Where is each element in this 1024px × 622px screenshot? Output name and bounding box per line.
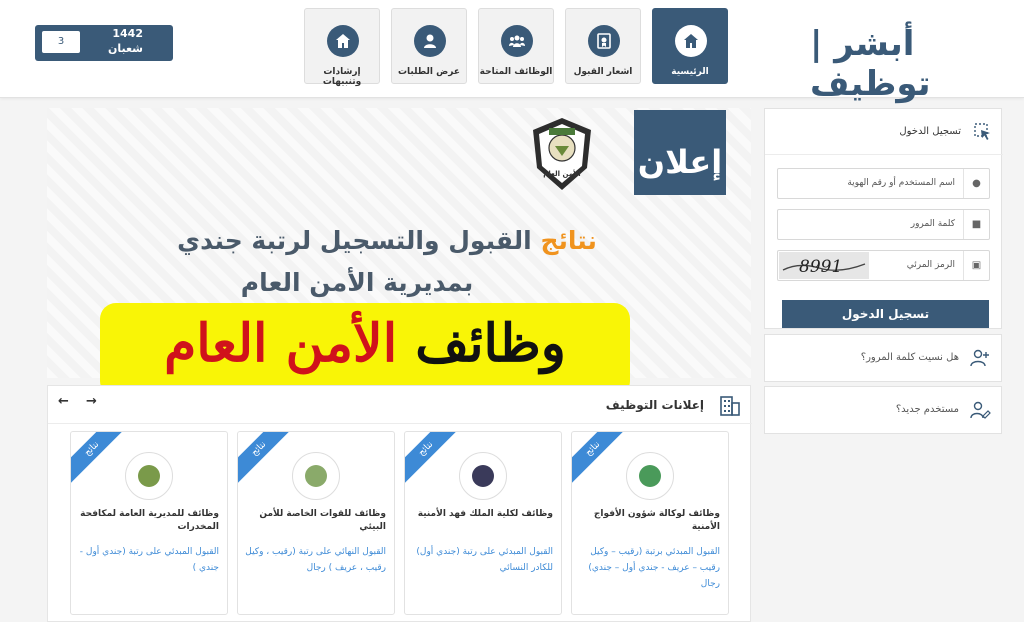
job-card-title: وظائف لكلية الملك فهد الأمنية [417, 509, 553, 519]
announcement-badge: إعلان [634, 110, 726, 195]
date-day: 3 [42, 31, 80, 53]
next-arrow-icon[interactable]: → [86, 394, 97, 409]
new-user-label: مستخدم جديد؟ [895, 404, 959, 415]
login-cursor-icon [973, 122, 993, 146]
agency-emblem-icon [626, 452, 674, 500]
image-icon: ▣ [963, 251, 989, 280]
username-placeholder: اسم المستخدم أو رقم الهوية [847, 178, 955, 188]
logo-text: أبشر | توظيف [810, 24, 931, 104]
nav-home[interactable]: الرئيسية [652, 8, 728, 84]
job-card-title: وظائف للمديرية العامة لمكافحة المخدرات [80, 509, 219, 532]
result-ribbon: نتائج [572, 432, 632, 488]
result-ribbon: نتائج [238, 432, 298, 488]
job-card-description[interactable]: القبول المبدئي برتبة (رقيب – وكيل رقيب –… [578, 544, 720, 592]
banner-headline: نتائج القبول والتسجيل لرتبة جندي [147, 226, 627, 255]
add-user-icon [969, 347, 991, 373]
nav-label: الرئيسية [671, 67, 709, 77]
job-card-title: وظائف للقوات الخاصة للأمن البيئي [259, 509, 386, 532]
headline-highlight: نتائج [540, 226, 597, 255]
user-icon: ● [963, 169, 989, 198]
lock-icon: ■ [963, 210, 989, 239]
new-user-link[interactable]: مستخدم جديد؟ [764, 386, 1002, 434]
absher-tawdheef-logo[interactable]: أبشر | توظيف [810, 24, 950, 104]
user-edit-icon [969, 399, 991, 425]
job-card-description[interactable]: القبول المبدئي على رتبة (جندي أول) للكاد… [411, 544, 553, 576]
agency-emblem-icon [292, 452, 340, 500]
captcha-image: 8991 [779, 252, 869, 279]
login-panel: تسجيل الدخول ● اسم المستخدم أو رقم الهوي… [764, 108, 1003, 329]
headline-rest: القبول والتسجيل لرتبة جندي [177, 226, 532, 255]
captcha-placeholder: الرمز المرئي [906, 260, 955, 270]
hijri-date: 3 1442 شعبان [35, 25, 173, 61]
nav-label: الوظائف المتاحة [479, 67, 553, 77]
captcha-text: 8991 [799, 257, 842, 277]
home-icon [327, 25, 359, 57]
date-year: 1442 [112, 27, 143, 40]
job-card[interactable]: نتائج وظائف لوكالة شؤون الأفواج الأمنية … [571, 431, 729, 615]
job-card-description[interactable]: القبول النهائي على رتبة (رقيب ، وكيل رقي… [244, 544, 386, 576]
forgot-password-link[interactable]: هل نسيت كلمة المرور؟ [764, 334, 1002, 382]
jobs-overlay-banner: وظائف الأمن العام ١٤٤٢ [100, 303, 630, 435]
overlay-dark-text: وظائف [415, 313, 566, 374]
forgot-password-label: هل نسيت كلمة المرور؟ [860, 352, 959, 363]
nav-guidelines[interactable]: إرشادات وتنبيهات [304, 8, 380, 87]
login-header: تسجيل الدخول [765, 109, 1003, 155]
prev-arrow-icon[interactable]: ← [58, 394, 69, 409]
result-ribbon: نتائج [71, 432, 131, 488]
login-title: تسجيل الدخول [899, 126, 961, 137]
username-field[interactable]: ● اسم المستخدم أو رقم الهوية [777, 168, 990, 199]
jobs-title: إعلانات التوظيف [605, 398, 704, 412]
top-header: 3 1442 شعبان إرشادات وتنبيهات عرض الطلبا… [0, 0, 1024, 104]
nav-label: إرشادات وتنبيهات [322, 67, 362, 87]
nav-label: اشعار القبول [573, 67, 633, 77]
building-icon [718, 393, 742, 421]
nav-label: عرض الطلبات [398, 67, 460, 77]
nav-view-requests[interactable]: عرض الطلبات [391, 8, 467, 84]
job-card-description[interactable]: القبول المبدئي على رتبة (جندي أول - جندي… [77, 544, 219, 576]
job-announcements: إعلانات التوظيف ← → نتائج وظائف للمديرية… [47, 385, 752, 622]
password-field[interactable]: ■ كلمة المرور [777, 209, 990, 240]
agency-emblem-icon [459, 452, 507, 500]
overlay-red-text: الأمن العام [164, 313, 398, 374]
certificate-icon [588, 25, 620, 57]
result-ribbon: نتائج [405, 432, 465, 488]
jobs-header: إعلانات التوظيف ← → [48, 386, 752, 424]
emblem-caption: الأمن العام [543, 170, 581, 178]
job-card[interactable]: نتائج وظائف للقوات الخاصة للأمن البيئي ا… [237, 431, 395, 615]
public-security-emblem [529, 116, 595, 192]
banner-subheadline: بمديرية الأمن العام [240, 268, 474, 297]
job-card[interactable]: نتائج وظائف للمديرية العامة لمكافحة المخ… [70, 431, 228, 615]
agency-emblem-icon [125, 452, 173, 500]
nav-available-jobs[interactable]: الوظائف المتاحة [478, 8, 554, 84]
job-card-title: وظائف لوكالة شؤون الأفواج الأمنية [593, 509, 720, 532]
login-button[interactable]: تسجيل الدخول [782, 300, 989, 328]
nav-acceptance-notice[interactable]: اشعار القبول [565, 8, 641, 84]
user-icon [414, 25, 446, 57]
job-card[interactable]: نتائج وظائف لكلية الملك فهد الأمنية القب… [404, 431, 562, 615]
password-placeholder: كلمة المرور [910, 219, 955, 229]
captcha-field[interactable]: ▣ الرمز المرئي 8991 [777, 250, 990, 281]
date-month: شعبان [107, 42, 143, 55]
group-icon [501, 25, 533, 57]
home-icon [675, 25, 707, 57]
